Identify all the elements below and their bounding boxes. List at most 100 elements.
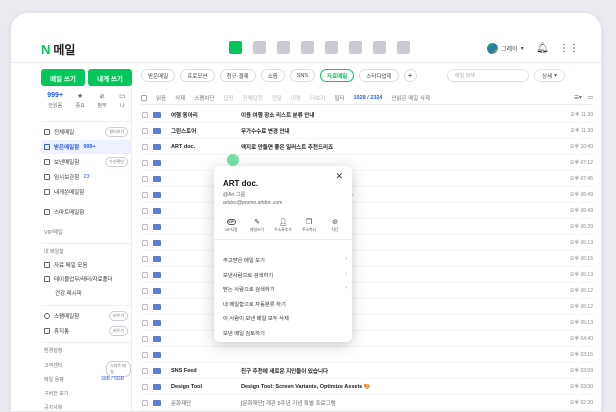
sidebar-item-inbox[interactable]: 받은메일함 999+ xyxy=(41,140,132,154)
select-all-checkbox[interactable] xyxy=(141,94,147,101)
legacy-link[interactable]: 구버전 보기 xyxy=(44,390,68,397)
row-checkbox[interactable] xyxy=(142,303,148,310)
mail-subject[interactable]: [문화재단] 개관 5주년 기념 특별 프로그램 xyxy=(241,399,553,407)
row-checkbox[interactable] xyxy=(142,111,148,118)
popup-menu-item[interactable]: 보낸 메일 검토하기 xyxy=(223,329,347,337)
tab-4[interactable]: SNS xyxy=(289,69,316,82)
toolbar-reply[interactable]: 답장 xyxy=(224,94,234,102)
notice-link[interactable]: 공지사항 xyxy=(44,404,62,411)
mail-subject[interactable]: 엑지로 만들면 좋은 일러스트 추천드리죠 xyxy=(241,143,553,151)
mail-subject[interactable]: 이용 여행 장소 리스트 분류 안내 xyxy=(241,111,553,119)
popup-menu-item[interactable]: 이 사람이 보낸 메일 모두 삭제 xyxy=(223,314,347,322)
mail-row[interactable]: 인터 상품 안내오후 06:15 xyxy=(141,251,593,267)
filter-badge[interactable]: 필터보기 xyxy=(105,127,128,137)
tab-3[interactable]: 쇼핑 xyxy=(260,69,285,82)
search-input[interactable]: 메일 검색 xyxy=(447,69,529,82)
mail-subject[interactable]: 무가수수료 변경 안내 xyxy=(241,127,553,135)
popup-menu-item[interactable]: 주고받은 메일 보기 › xyxy=(223,256,347,264)
settings-link[interactable]: 환경설정 xyxy=(44,347,62,354)
grid-menu-icon[interactable]: ⋮⋮ xyxy=(559,43,579,54)
smart-mail-badge[interactable]: 스마트 메일 xyxy=(106,361,131,377)
row-checkbox[interactable] xyxy=(142,383,148,390)
compose-self-button[interactable]: 내게 쓰기 xyxy=(88,69,132,86)
bell-icon[interactable]: 🔔︎ xyxy=(536,43,549,54)
tab-1[interactable]: 프로모션 xyxy=(180,69,215,82)
sidebar-item-vip[interactable]: VIP메일 xyxy=(41,225,132,239)
row-checkbox[interactable] xyxy=(142,127,148,134)
sidebar-item-spam[interactable]: 스팸메일함 비우기 xyxy=(41,309,132,323)
mail-row[interactable]: 을 페이지에서 결제하신 내역 확인바랍니다오후 05:13 xyxy=(141,315,593,331)
row-checkbox[interactable] xyxy=(142,399,148,406)
mail-row[interactable]: Design Tool Design Tool: Screen Variants,… xyxy=(141,379,593,395)
sidebar-item-drafts[interactable]: 임시보관함 23 xyxy=(41,170,132,184)
quick-unread[interactable]: 999+ 안읽음 xyxy=(47,92,63,109)
sidebar-item-all-mail[interactable]: 전체메일 필터보기 xyxy=(41,125,132,139)
empty-spam-button[interactable]: 비우기 xyxy=(108,311,128,321)
toolbar-delete[interactable]: 삭제 xyxy=(175,94,185,102)
layout-icon[interactable]: ▭ xyxy=(588,95,593,101)
tab-5[interactable]: 자료메일 xyxy=(320,69,355,82)
toolbar-move[interactable]: 이동 xyxy=(291,94,301,102)
toolbar-more[interactable]: 더보기 xyxy=(310,94,325,102)
mail-row[interactable]: 여행 동아리 이용 여행 장소 리스트 분류 안내 오후 11:30 xyxy=(141,107,593,123)
detail-search-button[interactable]: 상세 ▾ xyxy=(534,69,565,82)
row-checkbox[interactable] xyxy=(142,175,148,182)
help-link[interactable]: 고객센터 xyxy=(44,362,62,369)
tab-0[interactable]: 받은메일 xyxy=(141,69,176,82)
add-contact-button[interactable]: 👤︎ 주소록추가 xyxy=(272,217,294,233)
mail-sender[interactable]: ART doc. xyxy=(171,144,241,150)
mail-subject[interactable]: Design Tool: Screen Variants, Optimize A… xyxy=(241,384,553,390)
tab-2[interactable]: 청구·결제 xyxy=(219,69,256,82)
user-menu[interactable]: 그레이 ▾ xyxy=(487,43,524,54)
mail-row[interactable]: 오후 06:20 xyxy=(141,219,593,235)
gallery-app-icon[interactable] xyxy=(373,41,386,54)
quick-me[interactable]: ▭ 나 xyxy=(119,92,126,109)
mail-row[interactable]: ART doc. 엑지로 만들면 좋은 일러스트 추천드리죠 오후 10:40 xyxy=(141,139,593,155)
row-checkbox[interactable] xyxy=(142,255,148,262)
sidebar-item-smart[interactable]: 스마트메일함 xyxy=(41,205,132,219)
row-checkbox[interactable] xyxy=(142,239,148,246)
mail-row[interactable]: 자 안내오후 06:13 xyxy=(141,235,593,251)
mail-row[interactable]: 오후 03:15 xyxy=(141,347,593,363)
popup-menu-item[interactable]: 내 메일함으로 자동분류 하기 xyxy=(223,300,347,308)
row-checkbox[interactable] xyxy=(142,319,148,326)
quick-attachment[interactable]: ⌀ 첨부 xyxy=(97,92,106,109)
cloud-app-icon[interactable] xyxy=(349,41,362,54)
mail-row[interactable]: Share Their Love for Collecting and Drea… xyxy=(141,187,593,203)
mail-row[interactable]: 참고자료 제공오후 06:43 xyxy=(141,203,593,219)
mail-row[interactable]: 문화재단 [문화재단] 개관 5주년 기념 특별 프로그램 오후 02:30 xyxy=(141,395,593,411)
quick-important[interactable]: ★ 중요 xyxy=(76,92,85,109)
sidebar-item-trash[interactable]: 휴지통 비우기 xyxy=(41,324,132,338)
add-tab-button[interactable]: + xyxy=(403,69,417,82)
mail-sender[interactable]: 문화재단 xyxy=(171,399,241,407)
bookmark-app-icon[interactable] xyxy=(397,41,410,54)
mail-sender[interactable]: 여행 동아리 xyxy=(171,111,241,119)
settings-app-icon[interactable] xyxy=(325,41,338,54)
popup-menu-item[interactable]: 받는 사람으로 검색하기 › xyxy=(223,285,347,293)
sidebar-item-self[interactable]: 내게쓴메일함 xyxy=(41,185,132,199)
tab-6[interactable]: 스터디업데 xyxy=(359,69,399,82)
toolbar-forward[interactable]: 전달 xyxy=(272,94,282,102)
mail-row[interactable]: [교재에서 안내오후 06:12 xyxy=(141,299,593,315)
row-checkbox[interactable] xyxy=(142,335,148,342)
row-checkbox[interactable] xyxy=(142,351,148,358)
row-checkbox[interactable] xyxy=(142,143,148,150)
copy-address-button[interactable]: ❐ 주소복사 xyxy=(298,217,320,233)
row-checkbox[interactable] xyxy=(142,159,148,166)
close-icon[interactable]: ✕ xyxy=(335,172,343,181)
row-checkbox[interactable] xyxy=(142,287,148,294)
mail-row[interactable]: 그린스토어 무가수수료 변경 안내 오후 11:30 xyxy=(141,123,593,139)
row-checkbox[interactable] xyxy=(142,207,148,214)
row-checkbox[interactable] xyxy=(142,367,148,374)
toolbar-read[interactable]: 읽음 xyxy=(156,94,166,102)
vip-button[interactable]: VIP VIP지정 xyxy=(220,217,242,233)
block-sender-button[interactable]: ⊘ 차단 xyxy=(324,217,346,233)
mail-sender[interactable]: SNS Feed xyxy=(171,368,241,374)
mail-subject[interactable]: 친구 추천에 새로운 지인들이 있습니다 xyxy=(241,367,553,375)
receipt-badge[interactable]: 수신확인 xyxy=(105,157,128,167)
sidebar-item-sent[interactable]: 보낸메일함 수신확인 xyxy=(41,155,132,169)
toolbar-filter[interactable]: 필터 xyxy=(334,94,344,102)
app-logo[interactable]: N 메일 xyxy=(41,41,75,58)
contacts-app-icon[interactable] xyxy=(301,41,314,54)
mail-row[interactable]: 오후 07:12 xyxy=(141,155,593,171)
